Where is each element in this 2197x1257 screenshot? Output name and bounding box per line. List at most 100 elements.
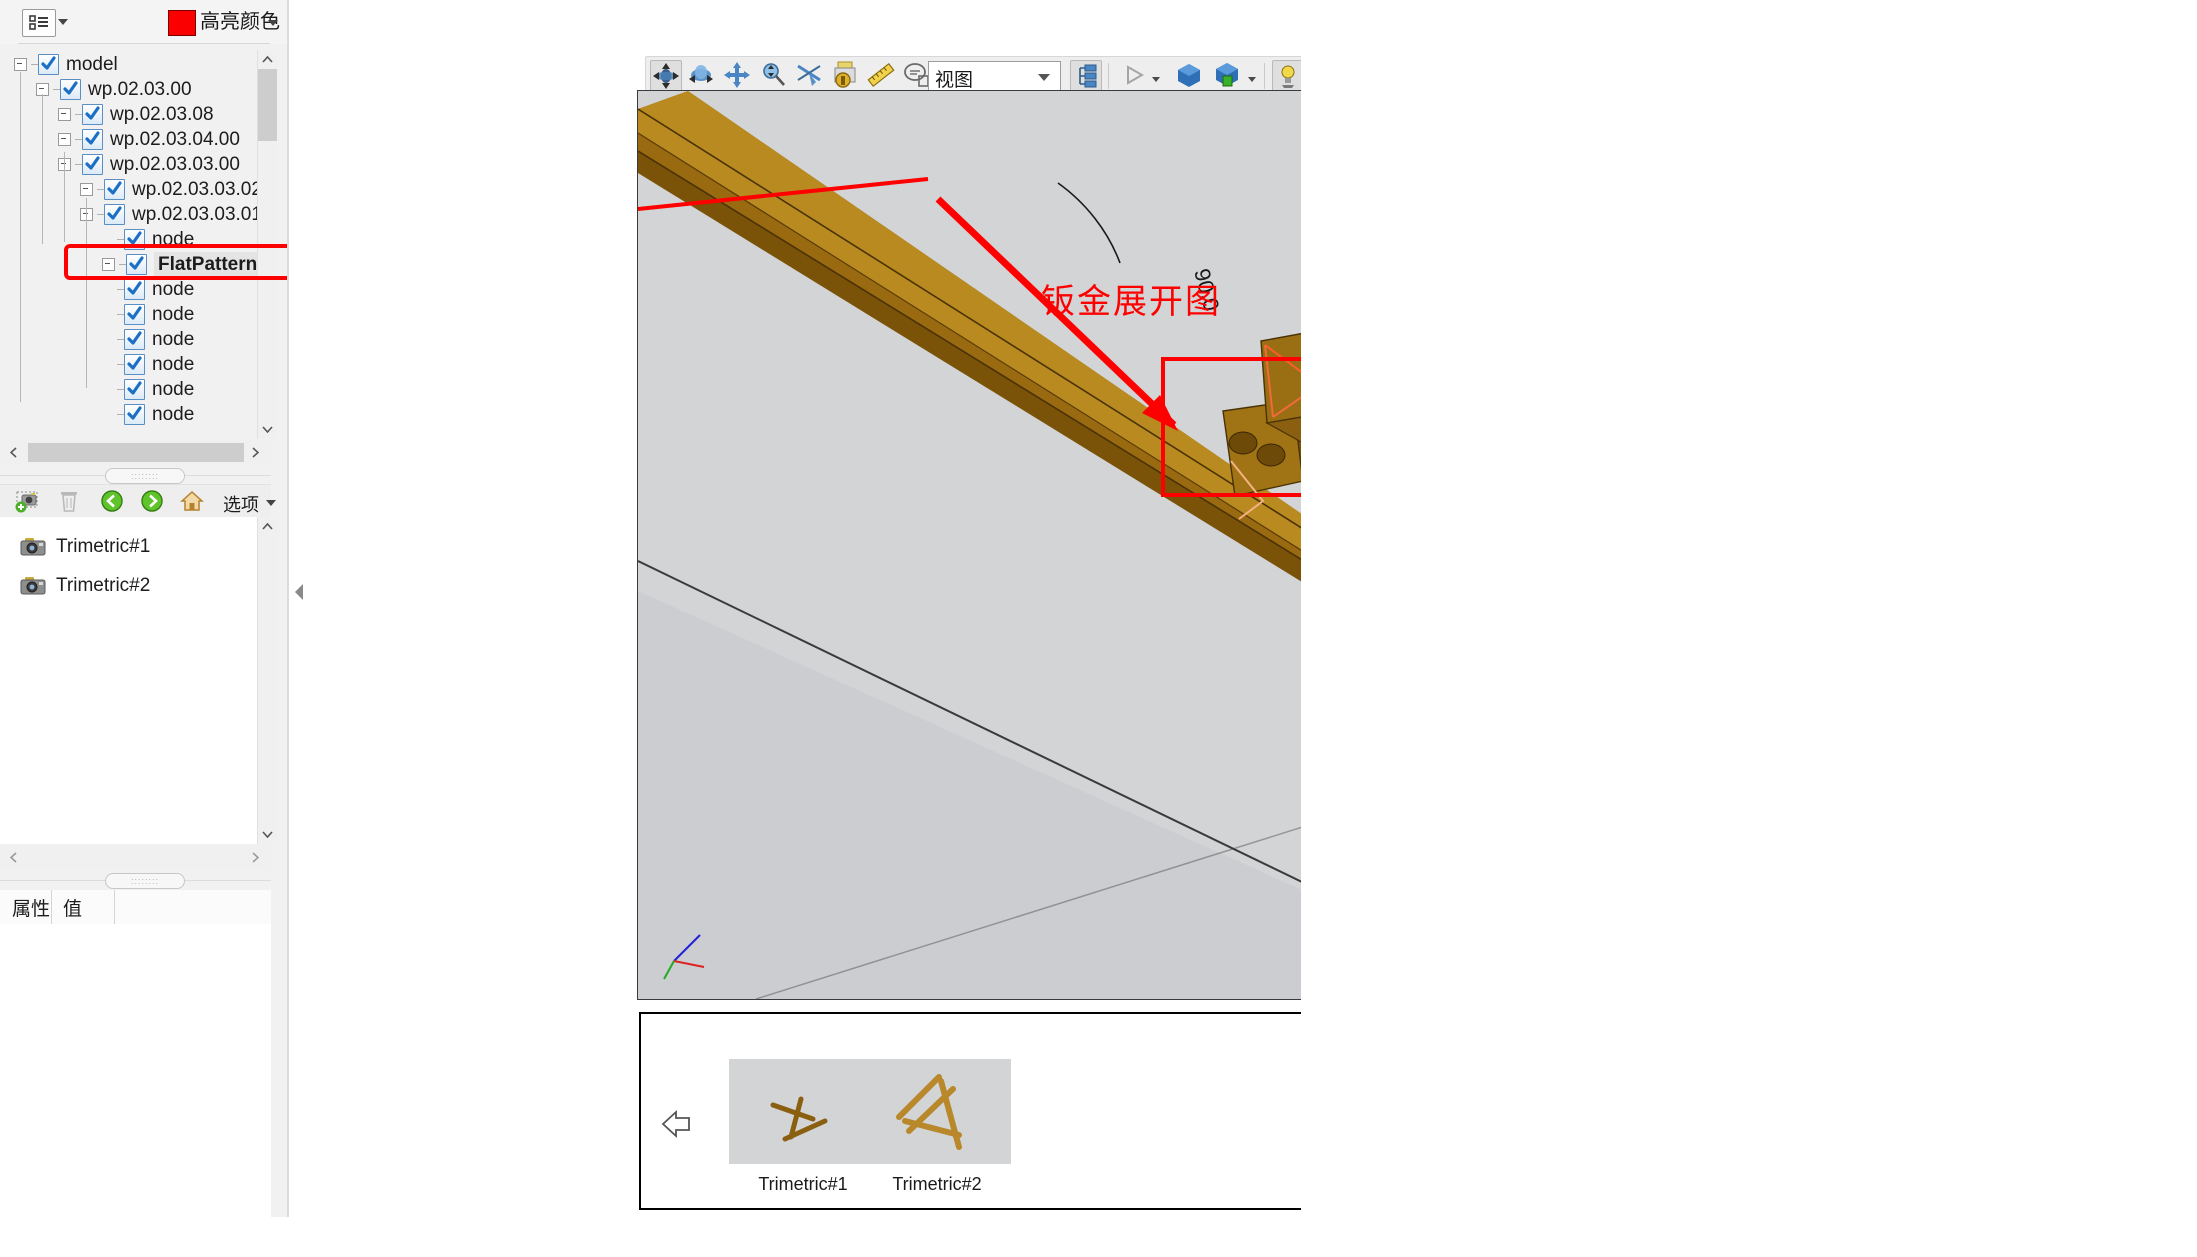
section-chevron-down-icon[interactable] [1248,77,1256,82]
view-list-vertical-scrollbar[interactable] [257,517,277,844]
highlight-color-chevron-down-icon[interactable] [268,20,278,26]
tree-node-checkbox[interactable] [124,304,145,325]
tree-scroll-right-button[interactable] [246,443,265,462]
tree-expander-icon[interactable] [58,133,71,146]
snapshot-icon[interactable] [830,60,862,92]
tree-node-checkbox[interactable] [104,204,125,225]
tree-expander-icon[interactable] [58,108,71,121]
list-view-icon[interactable] [22,9,56,37]
value-column-header[interactable]: 值 [53,890,115,924]
splitter-grip[interactable]: :::::::: [105,468,185,484]
view-thumbnail-image[interactable] [863,1059,1011,1164]
tree-node-label: wp.02.03.03.00 [110,154,240,175]
tree-connector [117,239,124,240]
tree-node-checkbox[interactable] [60,79,81,100]
lighting-icon[interactable] [1272,60,1304,92]
zoom-icon[interactable] [758,60,790,92]
grip-dots: :::::::: [130,875,159,886]
view-scroll-left-button[interactable] [4,848,23,867]
tree-node-checkbox[interactable] [124,404,145,425]
tree-node[interactable]: wp.02.03.08 [58,102,214,127]
tree-node-checkbox[interactable] [38,54,59,75]
structure-tree-icon[interactable] [1070,60,1102,92]
tree-expander-icon[interactable] [80,183,93,196]
tree-node-checkbox[interactable] [82,154,103,175]
tree-scroll-thumb[interactable] [258,69,277,141]
tree-node[interactable]: wp.02.03.03.00 [58,152,240,177]
view-options-chevron-down-icon[interactable] [266,500,276,506]
tree-node[interactable]: node [102,377,194,402]
panel-splitter-bottom[interactable]: :::::::: [0,872,271,889]
tree-node[interactable]: node [102,352,194,377]
saved-view-item[interactable]: Trimetric#1 [20,529,150,565]
tree-node-checkbox[interactable] [104,179,125,200]
solid-cube-icon[interactable] [1174,60,1206,92]
view-thumbnail-image[interactable] [729,1059,877,1164]
collapse-left-icon[interactable] [291,575,307,609]
tree-expander-icon[interactable] [14,58,27,71]
forward-arrow-icon[interactable] [140,489,166,513]
saved-views-list[interactable]: Trimetric#1 Trimetric#2 [0,517,257,844]
view-scroll-right-button[interactable] [246,848,265,867]
highlight-color-swatch[interactable] [168,10,196,36]
list-view-chevron-down-icon[interactable] [58,19,68,25]
saved-view-item[interactable]: Trimetric#2 [20,568,150,604]
view-scroll-up-button[interactable] [258,517,277,536]
trash-icon[interactable] [58,489,84,513]
left-panel-toolbar: 高亮颜色 [0,0,289,44]
tree-node-checkbox[interactable] [124,279,145,300]
spin-icon[interactable] [686,60,718,92]
fly-icon[interactable] [794,60,826,92]
rotate-icon[interactable] [650,60,682,92]
tree-node[interactable]: node [102,277,194,302]
viewport-highlight-box [1161,357,1311,497]
view-list-horizontal-scrollbar[interactable] [0,845,271,870]
tree-node[interactable]: node [102,402,194,427]
left-panel: 高亮颜色 model wp.02.03.00 wp.02.03.08 wp.02.03… [0,0,297,1217]
tree-node-checkbox[interactable] [124,329,145,350]
section-cube-icon[interactable] [1212,60,1244,92]
tree-node-checkbox[interactable] [124,354,145,375]
back-arrow-icon[interactable] [100,489,126,513]
tree-hscroll-thumb[interactable] [28,443,244,462]
tree-scroll-up-button[interactable] [258,50,277,69]
home-icon[interactable] [180,489,206,513]
tree-expander-icon [102,334,113,345]
view-scroll-down-button[interactable] [258,825,277,844]
center-stage: 视图 90.0 钣金展开图 Trimetric#1 Trimetric#2 [289,0,1547,1217]
play-icon[interactable] [1118,60,1150,92]
tree-node[interactable]: wp.02.03.03.01 [80,202,262,227]
tree-scroll-left-button[interactable] [4,443,23,462]
tree-node[interactable]: model [14,52,118,77]
property-grid-body[interactable] [0,924,271,1217]
tree-node[interactable]: wp.02.03.04.00 [58,127,240,152]
view-thumbnail[interactable]: Trimetric#2 [863,1059,1011,1257]
tree-node-checkbox[interactable] [82,104,103,125]
saved-view-label: Trimetric#1 [56,536,151,557]
tree-node-checkbox[interactable] [82,129,103,150]
tree-horizontal-scrollbar[interactable] [0,440,271,465]
property-grid-header: 属性 值 [0,890,271,925]
tree-node-checkbox[interactable] [124,379,145,400]
tree-node[interactable]: node [102,327,194,352]
add-camera-icon[interactable] [14,489,40,513]
tree-node[interactable]: wp.02.03.03.02 [80,177,262,202]
tree-scroll-down-button[interactable] [258,420,277,439]
view-thumbnail[interactable]: Trimetric#1 [729,1059,877,1257]
tree-node[interactable]: wp.02.03.00 [36,77,192,102]
panel-splitter-top[interactable]: :::::::: [0,467,271,484]
play-chevron-down-icon[interactable] [1152,77,1160,82]
splitter-grip[interactable]: :::::::: [105,873,185,889]
arrow-left-icon[interactable] [659,1104,693,1144]
pan-icon[interactable] [722,60,754,92]
measure-icon[interactable] [866,60,898,92]
view-options-label[interactable]: 选项 [223,491,259,517]
view-select[interactable]: 视图 [928,61,1061,91]
property-column-header[interactable]: 属性 [0,890,52,924]
view-select-chevron-down-icon[interactable] [1038,74,1050,81]
tree-selection-highlight-box [64,244,297,280]
tree-node-label: node [152,404,195,425]
tree-node[interactable]: node [102,302,194,327]
right-area: + =p21 IndexnameQuantityMeterialL1FlatPa… [1301,0,2197,1217]
tree-node-label: node [152,329,195,350]
